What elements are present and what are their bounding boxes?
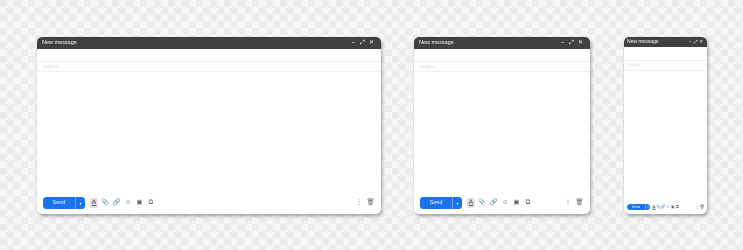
send-label: Send	[52, 200, 66, 206]
link-icon[interactable]: 🔗	[661, 205, 666, 210]
more-options-icon[interactable]: ⋮	[355, 198, 364, 208]
compose-title: New message	[42, 40, 77, 46]
compose-toolbar: Send ▾ A 📎 🔗 ☺ ▣ ⧉ ⋮ 🗑	[37, 197, 381, 209]
window-controls: – ⤢ ✕	[558, 40, 585, 46]
compose-toolbar: Send ▾ A 📎 🔗 ☺ ▣ ⧉ ⋮ 🗑	[414, 197, 590, 209]
photo-icon[interactable]: ▣	[671, 205, 675, 210]
link-icon[interactable]: 🔗	[489, 198, 498, 208]
compose-titlebar[interactable]: New message – ⤢ ✕	[624, 37, 707, 47]
send-label: Send	[429, 200, 443, 206]
trash-icon[interactable]: 🗑	[366, 198, 375, 208]
compose-toolbar: Send ▾ A 📎 🔗 ☺ ▣ ⧉ ⋮ 🗑	[624, 204, 707, 210]
format-text-icon[interactable]: A	[467, 198, 475, 208]
subject-field[interactable]: Subject	[414, 62, 590, 72]
minimize-icon[interactable]: –	[349, 40, 358, 46]
compose-window-medium: New message – ⤢ ✕ Subject Send ▾ A 📎 🔗 ☺…	[414, 37, 590, 214]
send-button[interactable]: Send ▾	[627, 204, 650, 210]
recipients-field[interactable]	[414, 49, 590, 62]
link-icon[interactable]: 🔗	[112, 198, 121, 208]
window-controls: – ⤢ ✕	[688, 39, 705, 45]
emoji-icon[interactable]: ☺	[124, 198, 133, 208]
send-button[interactable]: Send ▾	[420, 197, 462, 209]
trash-icon[interactable]: 🗑	[699, 205, 704, 210]
compose-window-large: New message – ⤢ ✕ Subject Send ▾ A 📎 🔗 ☺…	[37, 37, 381, 214]
recipients-field[interactable]	[37, 49, 381, 62]
attach-icon[interactable]: 📎	[101, 198, 110, 208]
compose-title: New message	[627, 39, 659, 45]
recipients-field[interactable]	[624, 47, 707, 61]
attach-icon[interactable]: 📎	[478, 198, 487, 208]
send-options-icon[interactable]: ▾	[452, 197, 462, 209]
format-text-icon[interactable]: A	[90, 198, 98, 208]
emoji-icon[interactable]: ☺	[501, 198, 510, 208]
photo-icon[interactable]: ▣	[512, 198, 521, 208]
trash-icon[interactable]: 🗑	[575, 198, 584, 208]
drive-icon[interactable]: ⧉	[675, 205, 679, 210]
expand-icon[interactable]: ⤢	[358, 40, 367, 46]
send-label: Send	[631, 205, 641, 209]
minimize-icon[interactable]: –	[558, 40, 567, 46]
compose-titlebar[interactable]: New message – ⤢ ✕	[414, 37, 590, 49]
close-icon[interactable]: ✕	[576, 40, 585, 46]
send-button[interactable]: Send ▾	[43, 197, 85, 209]
subject-field[interactable]: Subject	[624, 61, 707, 71]
subject-field[interactable]: Subject	[37, 62, 381, 72]
close-icon[interactable]: ✕	[367, 40, 376, 46]
send-options-icon[interactable]: ▾	[75, 197, 85, 209]
drive-icon[interactable]: ⧉	[147, 198, 156, 208]
compose-title: New message	[419, 40, 454, 46]
drive-icon[interactable]: ⧉	[524, 198, 533, 208]
close-icon[interactable]: ✕	[699, 39, 705, 45]
window-controls: – ⤢ ✕	[349, 40, 376, 46]
compose-titlebar[interactable]: New message – ⤢ ✕	[37, 37, 381, 49]
emoji-icon[interactable]: ☺	[666, 205, 670, 210]
compose-window-small: New message – ⤢ ✕ Subject Send ▾ A 📎 🔗 ☺…	[624, 37, 707, 214]
expand-icon[interactable]: ⤢	[567, 40, 576, 46]
more-options-icon[interactable]: ⋮	[564, 198, 573, 208]
photo-icon[interactable]: ▣	[135, 198, 144, 208]
send-options-icon[interactable]: ▾	[645, 204, 650, 210]
